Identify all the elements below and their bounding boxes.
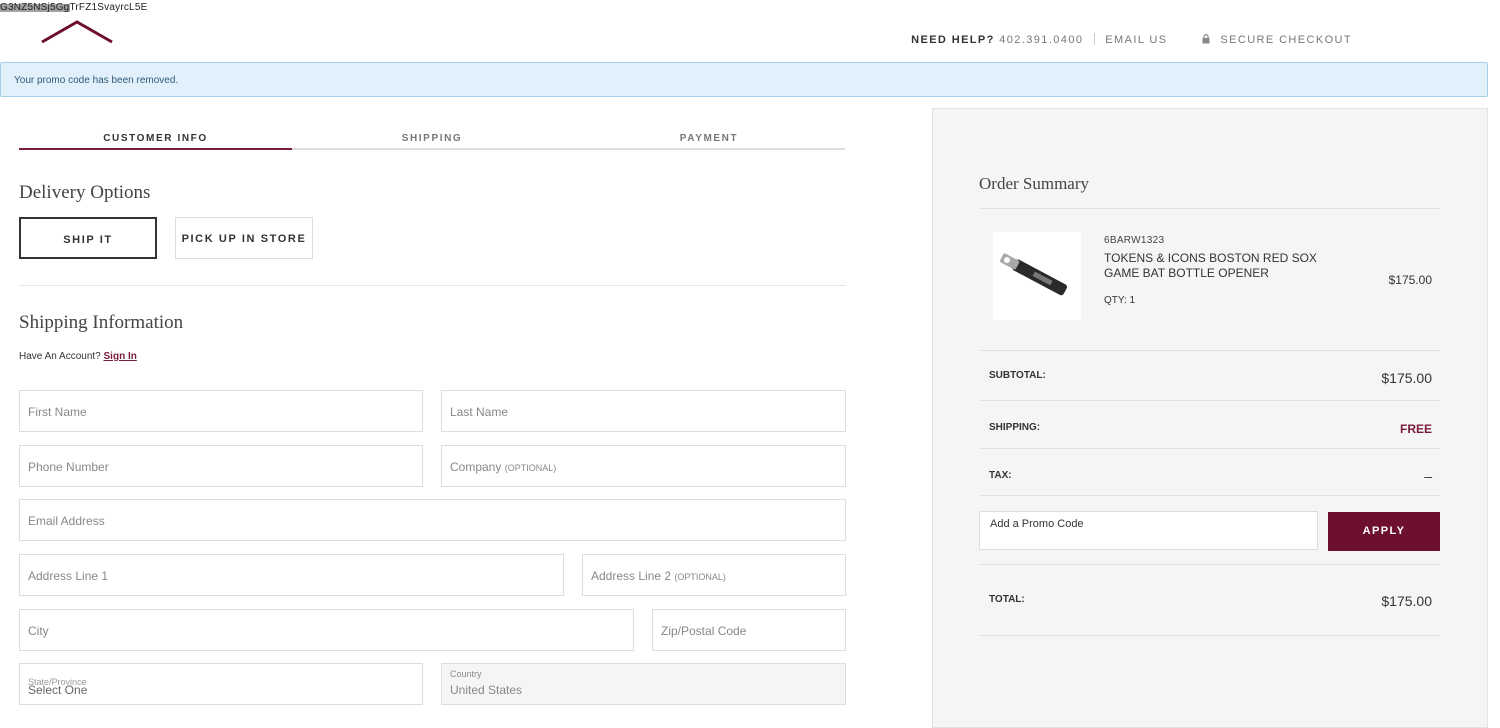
logo-icon[interactable] xyxy=(40,20,114,44)
total-value: $175.00 xyxy=(1381,593,1432,609)
shipping-information-title: Shipping Information xyxy=(19,312,184,333)
need-help-label: NEED HELP? xyxy=(911,34,995,46)
promo-code-input[interactable]: Add a Promo Code xyxy=(979,511,1318,550)
address2-placeholder: Address Line 2 xyxy=(591,569,672,583)
order-summary-title: Order Summary xyxy=(979,174,1090,193)
promo-placeholder: Add a Promo Code xyxy=(990,518,1084,530)
tax-value: – xyxy=(1424,468,1432,484)
product-price: $175.00 xyxy=(1388,273,1432,287)
steps-progress-active xyxy=(19,148,292,150)
company-placeholder: Company xyxy=(450,460,502,474)
divider xyxy=(979,635,1440,636)
phone-link[interactable]: 402.391.0400 xyxy=(999,34,1083,46)
separator xyxy=(1093,33,1095,45)
state-select[interactable]: State/Province Select One xyxy=(19,663,423,705)
state-value: Select One xyxy=(28,683,88,697)
city-field[interactable]: City xyxy=(19,609,634,651)
promo-removed-banner: Your promo code has been removed. xyxy=(0,62,1488,97)
email-field[interactable]: Email Address xyxy=(19,499,846,541)
email-placeholder: Email Address xyxy=(28,514,105,528)
first-name-field[interactable]: First Name xyxy=(19,390,423,432)
address-line-1-field[interactable]: Address Line 1 xyxy=(19,554,564,596)
country-label: Country xyxy=(450,669,482,679)
country-field: Country United States xyxy=(441,663,846,705)
zip-field[interactable]: Zip/Postal Code xyxy=(652,609,846,651)
product-image[interactable] xyxy=(993,232,1081,320)
have-account-text: Have An Account? Sign In xyxy=(19,351,137,362)
email-us-link[interactable]: EMAIL US xyxy=(1105,34,1167,46)
shipping-label: SHIPPING: xyxy=(989,422,1041,433)
banner-message: Your promo code has been removed. xyxy=(14,75,179,86)
subtotal-value: $175.00 xyxy=(1381,370,1432,386)
delivery-options-title: Delivery Options xyxy=(19,182,151,203)
divider xyxy=(979,448,1440,449)
header-glitch-text: G3NZ5NSj5GgTrFZ1SvayrcL5E xyxy=(0,2,148,13)
address-line-2-field[interactable]: Address Line 2 (OPTIONAL) xyxy=(582,554,846,596)
company-optional-label: (OPTIONAL) xyxy=(504,463,557,473)
apply-promo-button[interactable]: APPLY xyxy=(1328,512,1440,551)
sign-in-link[interactable]: Sign In xyxy=(104,351,137,362)
divider xyxy=(979,495,1440,496)
divider xyxy=(979,400,1440,401)
last-name-placeholder: Last Name xyxy=(450,405,509,419)
divider xyxy=(979,564,1440,565)
tab-shipping[interactable]: SHIPPING xyxy=(294,133,570,144)
have-account-label: Have An Account? xyxy=(19,351,101,362)
secure-checkout-label: SECURE CHECKOUT xyxy=(1220,34,1352,46)
product-qty: QTY: 1 xyxy=(1104,295,1136,306)
divider xyxy=(979,350,1440,351)
help-bar: NEED HELP? 402.391.0400 EMAIL US SECURE … xyxy=(911,33,1352,46)
pick-up-in-store-button[interactable]: PICK UP IN STORE xyxy=(175,217,313,259)
bottle-opener-image-icon xyxy=(1000,253,1068,296)
divider xyxy=(979,208,1440,209)
phone-number-field[interactable]: Phone Number xyxy=(19,445,423,487)
divider xyxy=(19,285,846,286)
country-value: United States xyxy=(450,683,523,697)
lock-icon xyxy=(1202,34,1210,44)
product-name[interactable]: TOKENS & ICONS BOSTON RED SOX GAME BAT B… xyxy=(1104,251,1319,281)
tab-customer-info[interactable]: CUSTOMER INFO xyxy=(19,133,292,144)
address2-optional-label: (OPTIONAL) xyxy=(674,572,726,582)
zip-placeholder: Zip/Postal Code xyxy=(661,624,747,638)
shipping-value: FREE xyxy=(1400,420,1432,436)
tax-label: TAX: xyxy=(989,470,1012,481)
product-sku: 6BARW1323 xyxy=(1104,235,1165,246)
first-name-placeholder: First Name xyxy=(28,405,87,419)
company-field[interactable]: Company (OPTIONAL) xyxy=(441,445,846,487)
subtotal-label: SUBTOTAL: xyxy=(989,370,1046,381)
last-name-field[interactable]: Last Name xyxy=(441,390,846,432)
ship-it-button[interactable]: SHIP IT xyxy=(19,217,157,259)
total-label: TOTAL: xyxy=(989,594,1025,605)
address1-placeholder: Address Line 1 xyxy=(28,569,109,583)
phone-placeholder: Phone Number xyxy=(28,460,109,474)
city-placeholder: City xyxy=(28,624,49,638)
shipping-free: FREE xyxy=(1399,422,1432,436)
tab-payment[interactable]: PAYMENT xyxy=(572,133,846,144)
